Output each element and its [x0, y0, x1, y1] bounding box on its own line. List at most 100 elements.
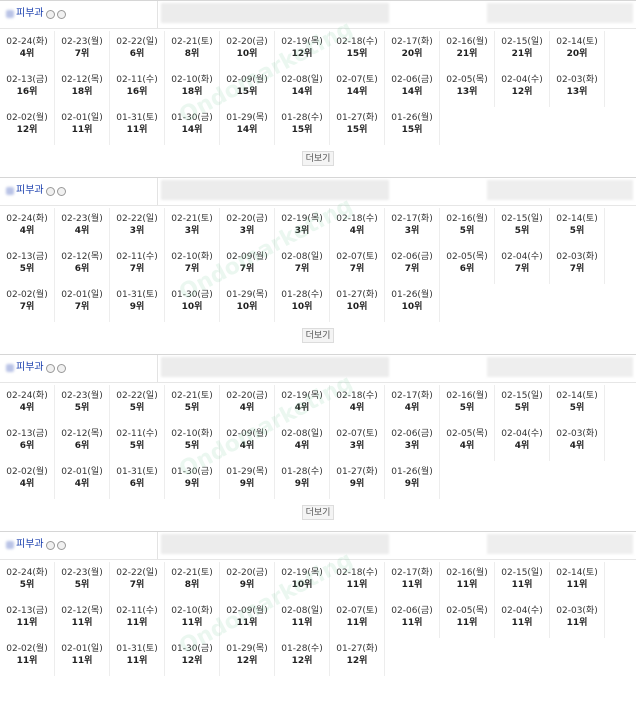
rank-date: 02-12(목) — [61, 429, 103, 439]
rank-cell: 02-03(화) 11위 — [550, 600, 605, 638]
rank-date: 02-06(금) — [391, 75, 433, 85]
rank-value: 10위 — [346, 302, 368, 312]
rank-date: 02-11(수) — [116, 252, 158, 262]
rank-cell: 02-15(일) 21위 — [495, 31, 550, 69]
rank-date: 02-11(수) — [116, 75, 158, 85]
rank-date: 02-18(수) — [336, 391, 378, 401]
info-icon[interactable] — [45, 540, 55, 550]
blurred-detail-area — [487, 357, 633, 377]
rank-value: 4위 — [74, 226, 90, 236]
rank-date: 02-02(월) — [6, 644, 48, 654]
help-icon[interactable] — [56, 540, 66, 550]
rank-date: 02-05(목) — [446, 606, 488, 616]
rank-value: 6위 — [74, 441, 90, 451]
rank-value: 11위 — [16, 618, 38, 628]
rank-value: 4위 — [19, 403, 35, 413]
rank-date: 02-08(일) — [281, 606, 323, 616]
rank-date: 02-13(금) — [6, 429, 48, 439]
rank-date: 02-04(수) — [501, 252, 543, 262]
rank-value: 13위 — [456, 87, 478, 97]
rank-cell: 01-28(수) 15위 — [275, 107, 330, 145]
info-icon[interactable] — [45, 363, 55, 373]
more-button[interactable]: 더보기 — [302, 151, 334, 166]
help-icon[interactable] — [56, 9, 66, 19]
rank-value: 9위 — [294, 479, 310, 489]
rank-date: 02-12(목) — [61, 75, 103, 85]
rank-value: 7위 — [349, 264, 365, 274]
rank-cell: 02-19(목) 3위 — [275, 208, 330, 246]
rank-cell: 02-10(화) 11위 — [165, 600, 220, 638]
rank-date: 02-21(토) — [171, 391, 213, 401]
rank-cell: 02-21(토) 8위 — [165, 562, 220, 600]
rank-cell: 02-04(수) 7위 — [495, 246, 550, 284]
rank-cell: 02-02(월) 11위 — [0, 638, 55, 676]
rank-cell: 01-27(화) 15위 — [330, 107, 385, 145]
rank-cell: 02-09(월) 4위 — [220, 423, 275, 461]
rank-cell: 02-14(토) 20위 — [550, 31, 605, 69]
rank-value: 10위 — [181, 302, 203, 312]
rank-cell: 02-18(수) 11위 — [330, 562, 385, 600]
rank-date: 02-16(월) — [446, 391, 488, 401]
rank-date: 02-09(월) — [226, 606, 268, 616]
help-icon[interactable] — [56, 186, 66, 196]
rank-cell: 01-29(목) 14위 — [220, 107, 275, 145]
section-header: 피부과 — [0, 0, 636, 29]
clinic-name-link[interactable]: 피부과 — [6, 538, 66, 552]
rank-value: 7위 — [74, 49, 90, 59]
rank-cell: 02-02(월) 7위 — [0, 284, 55, 322]
rank-value: 11위 — [236, 618, 258, 628]
rank-date: 02-07(토) — [336, 429, 378, 439]
rank-cell: 02-06(금) 3위 — [385, 423, 440, 461]
rank-date: 02-07(토) — [336, 606, 378, 616]
rank-value: 4위 — [459, 441, 475, 451]
header-divider — [157, 355, 158, 382]
rank-date: 02-14(토) — [556, 568, 598, 578]
rank-cell: 02-07(토) 7위 — [330, 246, 385, 284]
rank-value: 18위 — [71, 87, 93, 97]
rank-date: 02-01(일) — [61, 644, 103, 654]
rank-cell: 02-02(월) 12위 — [0, 107, 55, 145]
rank-cell: 02-09(월) 15위 — [220, 69, 275, 107]
clinic-name-link[interactable]: 피부과 — [6, 184, 66, 198]
more-button[interactable]: 더보기 — [302, 328, 334, 343]
rank-value: 11위 — [181, 618, 203, 628]
rank-date: 02-02(월) — [6, 113, 48, 123]
rank-value: 5위 — [184, 403, 200, 413]
rank-value: 7위 — [294, 264, 310, 274]
rank-cell: 02-07(토) 14위 — [330, 69, 385, 107]
rank-cell: 02-13(금) 6위 — [0, 423, 55, 461]
rank-value: 11위 — [511, 580, 533, 590]
rank-cell: 01-29(목) 10위 — [220, 284, 275, 322]
rank-value: 11위 — [126, 125, 148, 135]
rank-cell: 02-08(일) 7위 — [275, 246, 330, 284]
rank-value: 20위 — [566, 49, 588, 59]
info-icon[interactable] — [45, 186, 55, 196]
rank-value: 8위 — [184, 49, 200, 59]
clinic-name-link[interactable]: 피부과 — [6, 361, 66, 375]
rank-cell: 02-06(금) 14위 — [385, 69, 440, 107]
rank-value: 5위 — [129, 441, 145, 451]
rank-cell: 02-13(금) 11위 — [0, 600, 55, 638]
rank-cell: 02-24(화) 5위 — [0, 562, 55, 600]
rank-cell: 01-26(월) 15위 — [385, 107, 440, 145]
help-icon[interactable] — [56, 363, 66, 373]
rank-cell: 02-11(수) 16위 — [110, 69, 165, 107]
rank-value: 5위 — [514, 403, 530, 413]
rank-date: 02-19(목) — [281, 391, 323, 401]
blurred-name-prefix — [6, 187, 14, 195]
rank-date: 02-14(토) — [556, 37, 598, 47]
rank-cell: 01-28(수) 9위 — [275, 461, 330, 499]
rank-value: 11위 — [566, 618, 588, 628]
clinic-name-link[interactable]: 피부과 — [6, 7, 66, 21]
rank-value: 10위 — [291, 302, 313, 312]
more-button[interactable]: 더보기 — [302, 505, 334, 520]
rank-cell: 02-05(목) 13위 — [440, 69, 495, 107]
rank-date: 02-18(수) — [336, 37, 378, 47]
rank-value: 9위 — [239, 479, 255, 489]
info-icon[interactable] — [45, 9, 55, 19]
rank-value: 5위 — [19, 580, 35, 590]
rank-date: 01-28(수) — [281, 467, 323, 477]
rank-date: 02-07(토) — [336, 252, 378, 262]
header-divider — [157, 1, 158, 28]
rank-value: 14위 — [401, 87, 423, 97]
